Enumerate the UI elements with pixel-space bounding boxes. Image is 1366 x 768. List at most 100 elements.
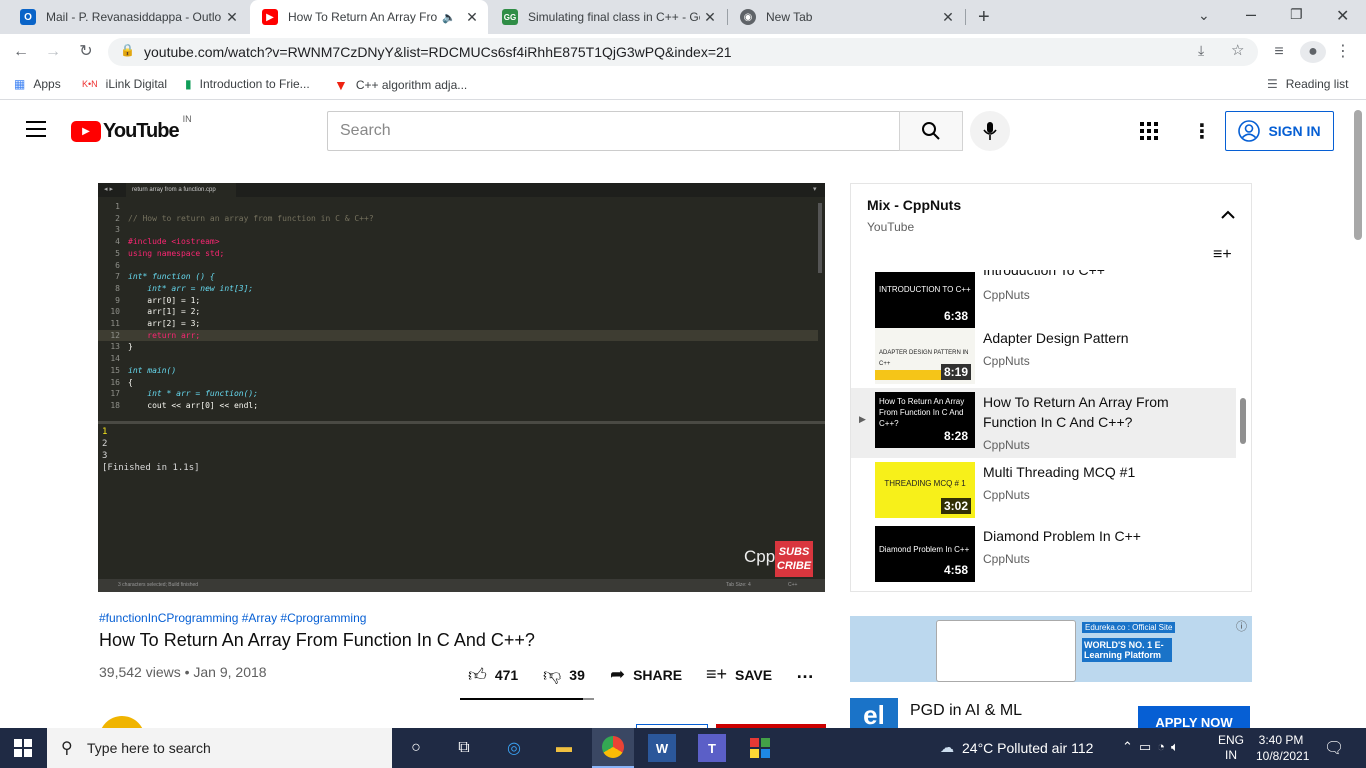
search-input[interactable]: Search bbox=[327, 111, 900, 151]
close-icon[interactable]: ✕ bbox=[222, 9, 242, 26]
clock-time: 3:40 PM bbox=[1258, 733, 1304, 747]
channel-avatar[interactable] bbox=[99, 716, 145, 728]
profile-avatar-icon[interactable]: ● bbox=[1300, 41, 1326, 63]
apps-grid-icon[interactable] bbox=[1140, 122, 1158, 145]
windows-taskbar: ⚲ Type here to search ○ ⧉ ◎ ▬ W T ☁ 24°C… bbox=[0, 728, 1366, 768]
close-icon[interactable]: ✕ bbox=[700, 9, 720, 26]
install-icon[interactable]: ⤓ bbox=[1198, 42, 1204, 59]
apply-now-button[interactable]: APPLY NOW bbox=[1138, 706, 1250, 728]
chrome-taskbar-icon[interactable] bbox=[592, 728, 634, 768]
like-button[interactable]: 👍︎ 471 bbox=[468, 664, 518, 686]
close-icon[interactable]: ✕ bbox=[938, 9, 958, 26]
speaker-icon[interactable]: 🔈 bbox=[442, 11, 456, 24]
bookmark-apps[interactable]: ▦ Apps bbox=[14, 77, 61, 91]
more-actions-icon[interactable]: … bbox=[796, 662, 814, 683]
build-output-panel: 1 2 3 [Finished in 1.1s] bbox=[98, 421, 825, 579]
playlist-scrollbar[interactable] bbox=[1240, 398, 1246, 444]
playlist-item[interactable]: ADAPTER DESIGN PATTERN IN C++ 8:19 Adapte… bbox=[851, 324, 1236, 388]
tab-geeksforgeeks[interactable]: GG Simulating final class in C++ - Ge ✕ bbox=[490, 0, 726, 34]
cortana-icon[interactable]: ○ bbox=[402, 734, 430, 762]
language-indicator[interactable]: ENG IN bbox=[1218, 733, 1244, 763]
youtube-icon: ▶ bbox=[262, 9, 278, 25]
search-button[interactable] bbox=[899, 111, 963, 151]
line-number: 10 bbox=[110, 307, 120, 317]
address-bar[interactable]: 🔒 youtube.com/watch?v=RWNM7CzDNyY&list=R… bbox=[108, 38, 1258, 66]
back-icon[interactable]: ← bbox=[10, 41, 32, 63]
share-button[interactable]: ➦ SHARE bbox=[610, 664, 682, 685]
system-tray-icons[interactable]: ⌃▭◔🔈︎ bbox=[1122, 739, 1185, 755]
page-scrollbar[interactable] bbox=[1354, 110, 1362, 240]
video-thumbnail: THREADING MCQ # 1 3:02 bbox=[875, 462, 975, 518]
tab-youtube-active[interactable]: ▶ How To Return An Array Fro 🔈 ✕ bbox=[250, 0, 488, 34]
line-number: 17 bbox=[110, 389, 120, 399]
code-line: 4 #include <iostream> bbox=[98, 236, 219, 248]
video-title: Introduction To C++ bbox=[983, 270, 1105, 278]
youtube-logo[interactable]: ▶ YouTube IN bbox=[71, 114, 192, 143]
forward-icon[interactable]: → bbox=[42, 41, 64, 63]
status-language: C++ bbox=[788, 582, 798, 588]
restore-icon[interactable]: ❐ bbox=[1290, 6, 1303, 23]
ad-banner[interactable]: Edureka.co : Official Site WORLD'S NO. 1… bbox=[850, 616, 1252, 682]
video-player[interactable]: ◂ ▸ return array from a function.cpp ▾ 1… bbox=[98, 183, 825, 592]
playlist-item[interactable]: INTRODUCTION TO C++ 6:38 Introduction To … bbox=[851, 270, 1236, 332]
ad-info-icon[interactable]: ⓘ bbox=[1236, 618, 1247, 634]
file-explorer-icon[interactable]: ▬ bbox=[550, 734, 578, 762]
weather-widget[interactable]: ☁ 24°C Polluted air 112 bbox=[940, 739, 1093, 756]
bookmark-ilink[interactable]: K•N iLink Digital bbox=[82, 77, 167, 91]
colorful-app-icon[interactable] bbox=[746, 734, 774, 762]
reading-list-icon[interactable]: ≡ bbox=[1268, 41, 1290, 63]
reading-list-button[interactable]: ☰ Reading list bbox=[1267, 77, 1348, 91]
playlist-item[interactable]: THREADING MCQ # 1 3:02 Multi Threading MC… bbox=[851, 458, 1236, 522]
windows-start-icon[interactable] bbox=[14, 739, 32, 762]
tab-outlook[interactable]: O Mail - P. Revanasiddappa - Outlo ✕ bbox=[8, 0, 248, 34]
code-line: 13} bbox=[98, 341, 132, 353]
clock[interactable]: 3:40 PM 10/8/2021 bbox=[1256, 732, 1309, 764]
status-tab-size: Tab Size: 4 bbox=[726, 582, 751, 588]
subscribe-watermark[interactable]: SUBS CRIBE bbox=[775, 541, 813, 577]
code-line: 10 arr[1] = 2; bbox=[98, 306, 200, 318]
voice-search-button[interactable] bbox=[970, 111, 1010, 151]
tab-search-chevron-icon[interactable]: ⌄ bbox=[1198, 7, 1210, 24]
hamburger-menu-icon[interactable] bbox=[26, 121, 46, 137]
edge-icon[interactable]: ◎ bbox=[500, 734, 528, 762]
teams-icon[interactable]: T bbox=[698, 734, 726, 762]
dislike-count: 39 bbox=[569, 667, 585, 683]
collapse-chevron-up-icon[interactable] bbox=[1221, 206, 1235, 222]
video-title: How To Return An Array From Function In … bbox=[983, 394, 1169, 430]
code-line: 14 bbox=[98, 353, 128, 365]
share-label: SHARE bbox=[633, 666, 683, 683]
save-button[interactable]: ≡+ SAVE bbox=[706, 664, 772, 685]
youtube-header: ▶ YouTube IN Search ⋮ SIGN IN bbox=[0, 101, 1366, 159]
line-number: 8 bbox=[115, 283, 120, 293]
code-text: arr[1] = 2; bbox=[128, 307, 201, 317]
code-line: 9 arr[0] = 1; bbox=[98, 295, 200, 307]
playlist-item[interactable]: Diamond Problem In C++ 4:58 Diamond Probl… bbox=[851, 522, 1236, 586]
avatar-circle bbox=[99, 716, 145, 728]
chrome-icon: ◉ bbox=[740, 9, 756, 25]
bookmark-introduction[interactable]: ▮ Introduction to Frie... bbox=[185, 77, 310, 91]
task-view-icon[interactable]: ⧉ bbox=[450, 734, 478, 762]
playlist-item-current[interactable]: ▶ How To Return An Array From Function I… bbox=[851, 388, 1236, 458]
apps-grid-svg bbox=[1140, 122, 1158, 140]
reading-list-label: Reading list bbox=[1285, 77, 1349, 91]
new-tab-plus-icon[interactable]: + bbox=[978, 6, 990, 29]
bookmark-cpp-algorithm[interactable]: ▼ C++ algorithm adja... bbox=[334, 77, 467, 93]
youtube-play-icon: ▶ bbox=[71, 121, 101, 142]
line-number: 14 bbox=[110, 354, 120, 364]
dislike-button[interactable]: 👎︎ 39 bbox=[543, 664, 585, 686]
settings-more-icon[interactable]: ⋮ bbox=[1192, 119, 1212, 144]
taskbar-search-box[interactable]: ⚲ Type here to search bbox=[47, 728, 392, 768]
notification-icon[interactable]: 🗨︎ bbox=[1324, 738, 1344, 758]
word-icon[interactable]: W bbox=[648, 734, 676, 762]
bookmark-star-icon[interactable]: ☆ bbox=[1231, 41, 1244, 59]
tab-new-tab[interactable]: ◉ New Tab ✕ bbox=[728, 0, 964, 34]
sign-in-button[interactable]: SIGN IN bbox=[1225, 111, 1334, 151]
code-line: 11 arr[2] = 3; bbox=[98, 318, 200, 330]
save-playlist-add-icon[interactable]: ≡+ bbox=[1213, 246, 1232, 264]
video-hashtags[interactable]: #functionInCProgramming #Array #Cprogram… bbox=[99, 611, 366, 625]
reload-icon[interactable]: ↻ bbox=[75, 41, 97, 63]
close-icon[interactable]: ✕ bbox=[462, 9, 482, 26]
more-menu-icon[interactable]: ⋮ bbox=[1332, 41, 1354, 63]
window-close-icon[interactable]: ✕ bbox=[1336, 6, 1349, 26]
minimize-icon[interactable]: – bbox=[1246, 4, 1256, 25]
